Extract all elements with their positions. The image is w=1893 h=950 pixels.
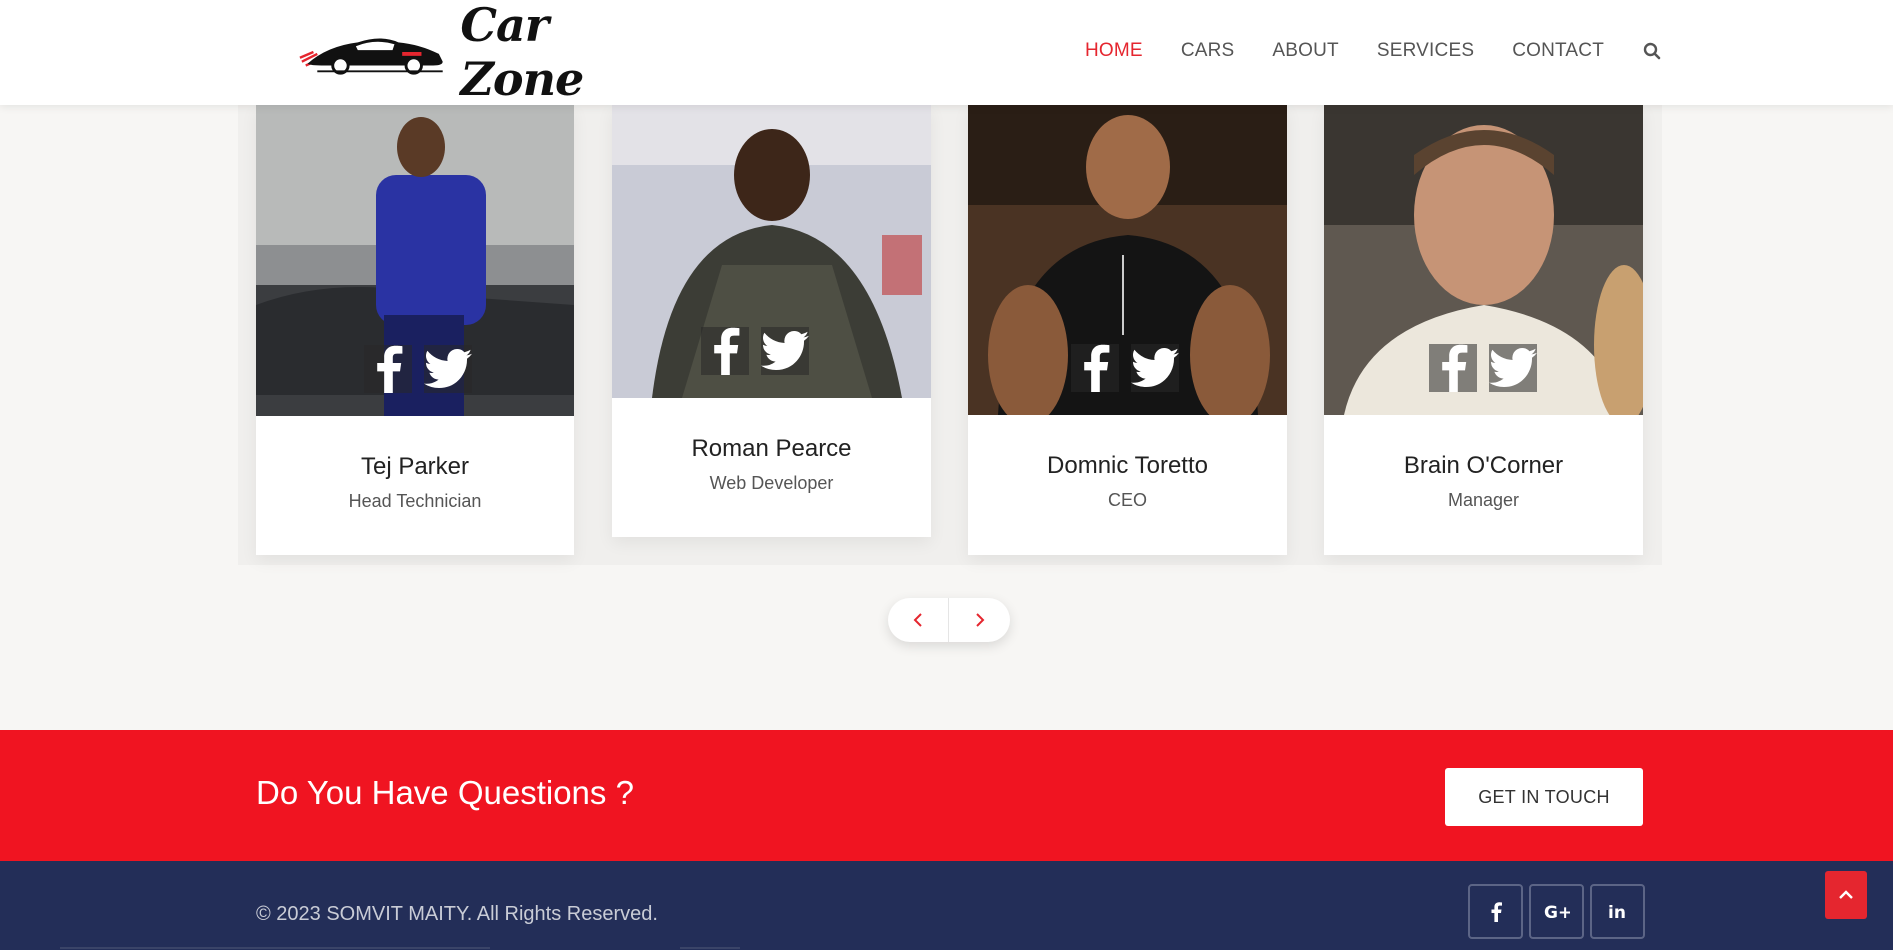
carousel-prev-button[interactable] [888, 598, 949, 642]
team-photo [1324, 105, 1643, 415]
facebook-icon[interactable] [364, 345, 412, 393]
cta-banner: Do You Have Questions ? GET IN TOUCH [0, 730, 1893, 861]
chevron-right-icon [975, 613, 984, 627]
get-in-touch-button[interactable]: GET IN TOUCH [1445, 768, 1643, 826]
logo[interactable]: Car Zone [298, 0, 678, 106]
site-footer: © 2023 SOMVIT MAITY. All Rights Reserved… [0, 861, 1893, 950]
twitter-icon[interactable] [1489, 344, 1537, 392]
member-role: Head Technician [348, 491, 482, 511]
copyright-text: © 2023 SOMVIT MAITY. All Rights Reserved… [256, 903, 658, 925]
nav-home[interactable]: HOME [1085, 40, 1143, 62]
nav-services[interactable]: SERVICES [1377, 40, 1474, 62]
member-role: Web Developer [709, 473, 834, 493]
footer-divider [60, 947, 490, 949]
team-card: Tej Parker Head Technician [256, 105, 574, 555]
twitter-icon[interactable] [424, 345, 472, 393]
search-icon[interactable] [1642, 41, 1662, 61]
member-name: Domnic Toretto [1047, 452, 1208, 479]
social-overlay [1071, 344, 1179, 392]
twitter-icon[interactable] [1131, 344, 1179, 392]
google-plus-icon[interactable]: G+ [1529, 884, 1584, 939]
logo-text: Car Zone [460, 0, 584, 106]
main-nav: HOME CARS ABOUT SERVICES CONTACT [1085, 40, 1662, 62]
nav-contact[interactable]: CONTACT [1512, 40, 1604, 62]
back-to-top-button[interactable] [1825, 871, 1867, 919]
member-role: CEO [1107, 490, 1147, 510]
site-header: Car Zone HOME CARS ABOUT SERVICES CONTAC… [0, 0, 1893, 106]
team-photo [612, 105, 931, 398]
team-card: Domnic Toretto CEO [968, 105, 1287, 555]
svg-text:G+: G+ [1544, 903, 1570, 921]
footer-social: G+ in [1468, 884, 1645, 939]
social-overlay [1429, 344, 1537, 392]
social-overlay [701, 327, 809, 375]
facebook-icon[interactable] [1071, 344, 1119, 392]
social-overlay [364, 345, 472, 393]
twitter-icon[interactable] [761, 327, 809, 375]
svg-text:in: in [1608, 903, 1626, 921]
team-photo [256, 105, 574, 416]
cta-title: Do You Have Questions ? [256, 774, 634, 811]
carousel-next-button[interactable] [949, 598, 1010, 642]
linkedin-icon[interactable]: in [1590, 884, 1645, 939]
nav-cars[interactable]: CARS [1181, 40, 1235, 62]
member-name: Roman Pearce [691, 435, 852, 462]
member-name: Tej Parker [360, 453, 470, 480]
car-logo-icon [299, 38, 443, 75]
nav-about[interactable]: ABOUT [1272, 40, 1338, 62]
chevron-left-icon [913, 613, 922, 627]
team-photo [968, 105, 1287, 415]
team-card: Brain O'Corner Manager [1324, 105, 1643, 555]
carousel-pager [888, 598, 1010, 642]
footer-divider [680, 947, 740, 949]
facebook-icon[interactable] [701, 327, 749, 375]
team-card: Roman Pearce Web Developer [612, 105, 931, 537]
chevron-up-icon [1839, 890, 1853, 899]
facebook-icon[interactable] [1468, 884, 1523, 939]
member-name: Brain O'Corner [1403, 452, 1564, 479]
member-role: Manager [1447, 490, 1520, 510]
facebook-icon[interactable] [1429, 344, 1477, 392]
